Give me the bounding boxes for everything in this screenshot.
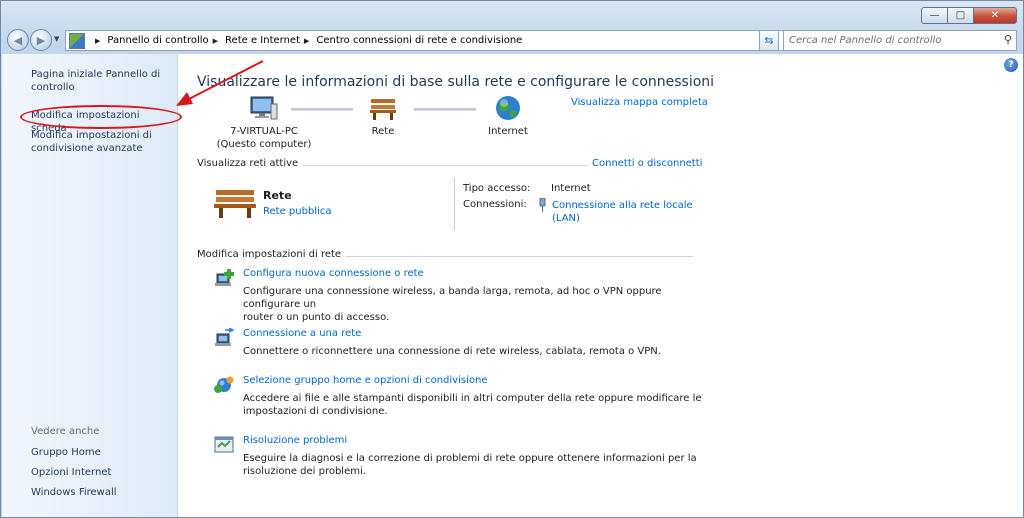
bench-icon (370, 99, 396, 120)
control-panel-icon (69, 32, 85, 49)
sidebar-link-advanced-sharing-settings[interactable]: Modifica impostazioni di condivisione av… (31, 129, 152, 155)
task-description-line: Accedere ai file e alle stampanti dispon… (243, 393, 702, 404)
breadcrumb-control-panel[interactable]: Pannello di controllo (107, 35, 208, 46)
search-input[interactable] (789, 35, 969, 46)
task-description-line: Eseguire la diagnosi e la correzione di … (243, 453, 697, 464)
map-node-internet[interactable]: Internet (483, 94, 533, 138)
task-description-line: impostazioni di condivisione. (243, 406, 388, 417)
sidebar-link-line: controllo (31, 82, 75, 93)
task-title-link[interactable]: Risoluzione problemi (243, 435, 347, 446)
search-icon[interactable]: ⚲ (1004, 33, 1012, 46)
bench-icon (214, 190, 256, 218)
network-type-link[interactable]: Rete pubblica (263, 206, 331, 217)
search-box[interactable]: ⚲ (783, 30, 1017, 51)
network-node-label: Rete (371, 126, 395, 137)
task-description-line: router o un punto di accesso. (243, 312, 390, 323)
breadcrumb-separator-icon[interactable]: ▶ (304, 37, 309, 45)
window-frame: — □ ✕ ◀ ▶ ▼ ▶ Pannello di controllo ▶ Re… (0, 0, 1024, 518)
network-cable-icon (539, 198, 546, 212)
task-description: Configurare una connessione wireless, a … (243, 285, 703, 324)
view-full-map-link[interactable]: Visualizza mappa completa (571, 97, 708, 108)
annotation-ellipse (20, 105, 182, 129)
forward-arrow-icon: ▶ (36, 33, 46, 47)
task-description: Connettere o riconnettere una connession… (243, 345, 703, 358)
page-title: Visualizzare le informazioni di base sul… (197, 74, 715, 90)
computer-name: 7-VIRTUAL-PC (230, 126, 298, 137)
new-connection-icon (215, 269, 234, 286)
maximize-button[interactable]: □ (947, 7, 974, 24)
refresh-icon: ⇆ (764, 34, 774, 47)
active-networks-heading: Visualizza reti attive (197, 158, 304, 169)
task-description-line: Connettere o riconnettere una connession… (243, 346, 661, 357)
sidebar-link-homegroup[interactable]: Gruppo Home (31, 446, 101, 459)
troubleshoot-icon (214, 436, 234, 453)
lan-connection-line: Connessione alla rete locale (552, 200, 693, 211)
task-description: Eseguire la diagnosi e la correzione di … (243, 452, 703, 478)
map-node-network[interactable]: Rete (363, 94, 403, 138)
recent-pages-dropdown-icon[interactable]: ▼ (54, 35, 59, 43)
map-connector-line (414, 108, 476, 111)
breadcrumb-separator-icon[interactable]: ▶ (95, 37, 100, 45)
task-description-line: risoluzione dei problemi. (243, 466, 366, 477)
breadcrumb-network-sharing-center[interactable]: Centro connessioni di rete e condivision… (316, 35, 522, 46)
back-arrow-icon: ◀ (13, 33, 23, 47)
navigation-bar: ◀ ▶ ▼ ▶ Pannello di controllo ▶ Rete e I… (7, 28, 1017, 52)
see-also-heading: Vedere anche (31, 426, 100, 437)
connect-network-icon (215, 328, 235, 346)
internet-node-label: Internet (488, 126, 528, 137)
sidebar-link-windows-firewall[interactable]: Windows Firewall (31, 486, 117, 499)
lan-connection-line: (LAN) (552, 213, 580, 224)
sidebar-link-line: Pagina iniziale Pannello di (31, 69, 161, 80)
close-button[interactable]: ✕ (973, 7, 1017, 24)
active-network-name: Rete (263, 189, 292, 202)
refresh-button[interactable]: ⇆ (759, 30, 779, 51)
task-title-link[interactable]: Selezione gruppo home e opzioni di condi… (243, 375, 487, 386)
task-description: Accedere ai file e alle stampanti dispon… (243, 392, 703, 418)
access-type-label: Tipo accesso: (463, 183, 531, 194)
forward-button[interactable]: ▶ (30, 29, 52, 51)
computer-note: (Questo computer) (216, 139, 312, 150)
lan-connection-link[interactable]: Connessione alla rete locale (LAN) (552, 199, 693, 225)
breadcrumb-separator-icon[interactable]: ▶ (213, 37, 218, 45)
address-bar[interactable]: ▶ Pannello di controllo ▶ Rete e Interne… (65, 30, 813, 51)
window-caption-buttons: — □ ✕ (921, 7, 1017, 24)
sidebar-link-line: condivisione avanzate (31, 143, 143, 154)
task-description-line: Configurare una connessione wireless, a … (243, 286, 662, 310)
connections-label: Connessioni: (463, 199, 527, 210)
help-icon[interactable]: ? (1004, 58, 1018, 72)
main-content: ? Visualizzare le informazioni di base s… (178, 54, 1023, 517)
annotation-arrow-icon (176, 60, 264, 106)
globe-icon (496, 96, 520, 120)
sidebar-link-control-panel-home[interactable]: Pagina iniziale Pannello di controllo (31, 68, 160, 94)
vertical-divider (454, 178, 455, 230)
change-settings-heading: Modifica impostazioni di rete (197, 249, 347, 260)
sidebar-link-internet-options[interactable]: Opzioni Internet (31, 466, 111, 479)
back-button[interactable]: ◀ (7, 29, 29, 51)
task-title-link[interactable]: Configura nuova connessione o rete (243, 268, 424, 279)
homegroup-icon (214, 376, 234, 393)
access-type-value: Internet (551, 183, 591, 194)
breadcrumb: ▶ Pannello di controllo ▶ Rete e Interne… (91, 35, 522, 46)
sidebar-link-line: Modifica impostazioni di (31, 130, 152, 141)
connect-disconnect-link[interactable]: Connetti o disconnetti (588, 158, 703, 169)
minimize-button[interactable]: — (921, 7, 948, 24)
task-title-link[interactable]: Connessione a una rete (243, 328, 361, 339)
breadcrumb-network-internet[interactable]: Rete e Internet (225, 35, 300, 46)
map-connector-line (291, 108, 353, 111)
